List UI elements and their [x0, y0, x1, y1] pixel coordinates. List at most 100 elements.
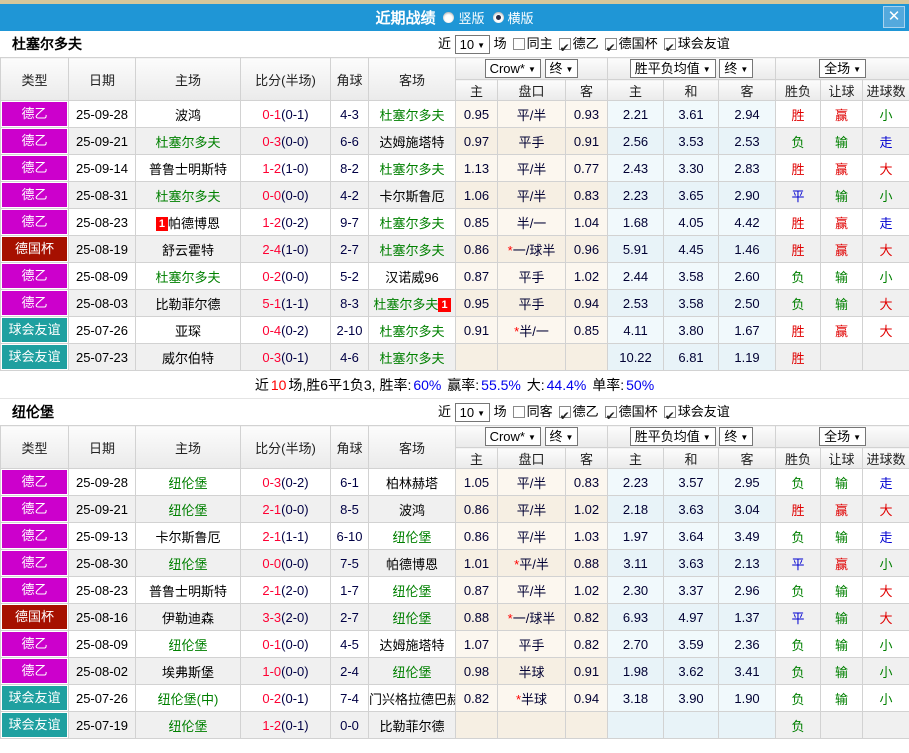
corner-score: 5-2: [330, 262, 369, 290]
avg-lose: 2.94: [718, 100, 777, 128]
league-checkbox-1[interactable]: [604, 403, 617, 429]
goals-outcome: [862, 711, 909, 739]
handicap-outcome: 赢: [820, 208, 864, 236]
league-checkbox-0[interactable]: [558, 403, 571, 429]
league-checkbox-0-label[interactable]: 德乙: [573, 36, 599, 51]
sub-column-header-8: 进球数: [862, 447, 909, 469]
sub-column-header-4: 和: [663, 79, 720, 101]
table-row: 球会友谊 25-07-19 纽伦堡 1-2(0-1) 0-0 比勒菲尔德负: [0, 711, 909, 739]
close-button[interactable]: ✕: [883, 6, 905, 28]
odds-home: 0.86: [455, 522, 498, 550]
team-link: 杜塞尔多夫: [155, 269, 221, 285]
team-link: 纽伦堡: [168, 502, 208, 518]
scope-select[interactable]: 全场 ▼: [819, 427, 866, 446]
halftime-score: (0-1): [281, 106, 309, 122]
match-count-select[interactable]: 10 ▼: [454, 403, 491, 423]
sub-column-header-8: 进球数: [862, 79, 909, 101]
league-checkbox-1-label[interactable]: 德国杯: [619, 36, 658, 51]
avg-win: 2.30: [607, 576, 665, 604]
match-date: 25-07-26: [68, 316, 136, 344]
score-cell: 0-0(0-0): [240, 181, 331, 209]
column-header-3: 比分(半场): [240, 425, 331, 469]
same-venue-checkbox-label[interactable]: 同客: [527, 404, 553, 419]
odds-home: 1.07: [455, 630, 498, 658]
match-type-badge: 德乙: [2, 210, 67, 234]
league-checkbox-2[interactable]: [663, 403, 676, 429]
odds-line: 平/半: [497, 100, 566, 128]
team-link: 杜塞尔多夫: [379, 161, 445, 177]
goals-outcome: 大: [862, 495, 909, 523]
team-link: 纽伦堡: [392, 610, 432, 626]
final-odds-select[interactable]: 终 ▼: [544, 427, 579, 446]
league-checkbox-2[interactable]: [663, 35, 676, 61]
fulltime-score: 0-3: [262, 474, 282, 490]
close-icon: ✕: [887, 8, 901, 25]
handicap-outcome: 赢: [820, 495, 864, 523]
final-odds-select[interactable]: 终 ▼: [544, 59, 579, 78]
away-team-cell: 杜塞尔多夫: [368, 100, 456, 128]
scope-select[interactable]: 全场 ▼: [819, 59, 866, 78]
home-team-cell: 纽伦堡: [135, 549, 241, 577]
same-venue-checkbox-label[interactable]: 同主: [527, 36, 553, 51]
table-row: 德乙 25-08-31 杜塞尔多夫 0-0(0-0) 4-2 卡尔斯鲁厄 1.06 平/半 0.…: [0, 181, 909, 209]
final-avg-select[interactable]: 终 ▼: [719, 427, 754, 446]
league-checkbox-0[interactable]: [558, 35, 571, 61]
score-cell: 2-1(0-0): [240, 495, 331, 523]
same-venue-checkbox[interactable]: [512, 406, 525, 418]
handicap-outcome: 输: [820, 657, 864, 685]
goals-outcome: 走: [862, 522, 909, 550]
radio-vertical-layout[interactable]: [443, 12, 455, 23]
odds-home: 1.13: [455, 154, 498, 182]
handicap-outcome: 赢: [820, 100, 864, 128]
match-type-badge: 德乙: [2, 156, 67, 180]
sub-column-header-0: 主: [455, 447, 498, 469]
score-cell: 2-1(2-0): [240, 576, 331, 604]
odds-line: *平/半: [497, 549, 566, 577]
final-avg-select[interactable]: 终 ▼: [719, 59, 754, 78]
odds-group-header: Crow* ▼ 终 ▼: [454, 425, 609, 448]
radio-vertical-label[interactable]: 竖版: [458, 8, 484, 27]
avg-select[interactable]: 胜平负均值 ▼: [629, 427, 716, 446]
radio-horizontal-layout[interactable]: [492, 12, 504, 23]
avg-select[interactable]: 胜平负均值 ▼: [629, 59, 716, 78]
sub-column-header-1: 盘口: [497, 79, 566, 101]
scope-group-header: 全场 ▼: [775, 57, 909, 80]
league-checkbox-1-label[interactable]: 德国杯: [619, 404, 658, 419]
sub-column-header-1: 盘口: [497, 447, 566, 469]
league-checkbox-1[interactable]: [604, 35, 617, 61]
company-select[interactable]: Crow* ▼: [484, 59, 541, 78]
corner-score: 4-3: [330, 100, 369, 128]
fulltime-score: 3-3: [262, 609, 282, 625]
table-row: 德乙 25-08-30 纽伦堡 0-0(0-0) 7-5 帕德博恩 1.01 *平/半 0.88…: [0, 549, 909, 577]
summary-part: 10: [270, 377, 287, 393]
match-type-badge: 球会友谊: [2, 318, 67, 342]
odds-away: 1.02: [564, 495, 609, 523]
league-checkbox-2-label[interactable]: 球会友谊: [678, 404, 730, 419]
match-count-select[interactable]: 10 ▼: [454, 35, 491, 55]
chevron-down-icon: ▼: [565, 65, 574, 74]
match-type-cell: 德乙: [0, 576, 69, 604]
result-outcome: 负: [775, 684, 822, 712]
table-row: 德乙 25-08-23 普鲁士明斯特 2-1(2-0) 1-7 纽伦堡 0.87 平/半 1.0…: [0, 576, 909, 604]
match-type-badge: 德乙: [2, 470, 67, 494]
same-venue-checkbox[interactable]: [512, 38, 525, 50]
avg-win: 4.11: [607, 316, 665, 344]
radio-horizontal-label[interactable]: 横版: [508, 8, 534, 27]
halftime-score: (0-1): [281, 349, 309, 365]
team-link: 波鸿: [174, 107, 201, 123]
sub-column-header-3: 主: [607, 447, 665, 469]
league-checkbox-0-label[interactable]: 德乙: [573, 404, 599, 419]
odds-home: [455, 343, 498, 371]
odds-away: 0.94: [564, 684, 609, 712]
avg-win: 1.68: [607, 208, 665, 236]
team-link: 杜塞尔多夫: [379, 107, 445, 123]
league-checkbox-2-label[interactable]: 球会友谊: [678, 36, 730, 51]
match-type-cell: 德乙: [0, 127, 69, 155]
handicap-line: 平/半: [516, 583, 547, 599]
team-link: 杜塞尔多夫: [379, 323, 445, 339]
match-type-badge: 德乙: [2, 524, 67, 548]
company-select[interactable]: Crow* ▼: [484, 427, 541, 446]
goals-outcome: 走: [862, 127, 909, 155]
odds-line: 平/半: [497, 576, 566, 604]
team-link: 帕德博恩: [168, 215, 221, 231]
